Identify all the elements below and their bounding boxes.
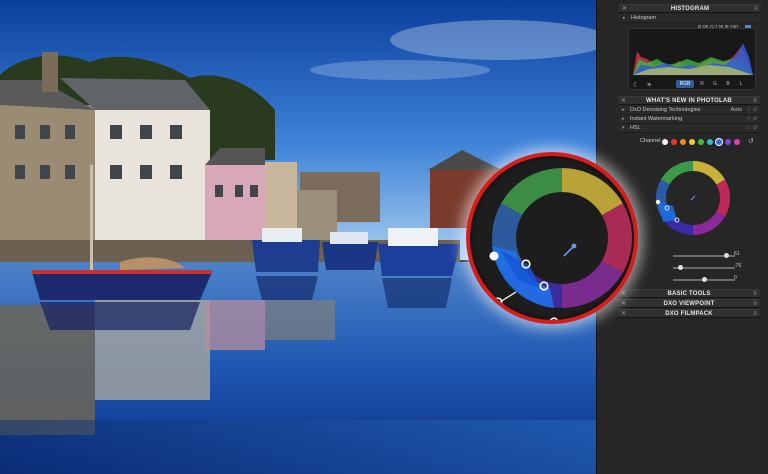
hsl-row[interactable]: ▾ HSL ☆ ↺ (618, 124, 760, 133)
channel-dot[interactable] (707, 139, 713, 145)
close-icon[interactable]: ✕ (621, 300, 626, 308)
menu-icon[interactable]: ≡ (753, 310, 757, 318)
star-icon[interactable]: ☆ (747, 115, 751, 124)
close-icon[interactable]: ✕ (621, 290, 626, 298)
channel-dot[interactable] (725, 139, 731, 145)
zoomed-color-wheel[interactable] (470, 156, 634, 320)
histogram-sub-row[interactable]: ▸ Histogram (619, 14, 761, 23)
star-icon[interactable]: ☆ (747, 106, 751, 115)
watermarking-label: Instant Watermarking (630, 116, 683, 122)
channel-dot[interactable] (680, 139, 686, 145)
histogram-label: Histogram (631, 15, 657, 21)
channel-dot[interactable] (716, 139, 722, 145)
channel-dot[interactable] (662, 139, 668, 145)
channel-b-button[interactable]: B (724, 80, 732, 88)
close-icon[interactable]: ✕ (621, 97, 626, 105)
filmpack-header[interactable]: ✕ DXO FILMPACK ≡ (618, 309, 760, 318)
menu-icon[interactable]: ≡ (753, 290, 757, 298)
saturation-value[interactable]: -76 (734, 263, 741, 269)
whats-new-title: WHAT'S NEW IN PHOTOLAB (646, 98, 732, 104)
close-icon[interactable]: ✕ (621, 310, 626, 318)
channel-l-button[interactable]: L (737, 80, 745, 88)
reset-icon[interactable]: ↺ (753, 106, 757, 115)
channel-r-button[interactable]: R (698, 80, 706, 88)
zoom-lens (466, 152, 638, 324)
hue-slider-knob[interactable] (723, 253, 729, 258)
viewpoint-header[interactable]: ✕ DXO VIEWPOINT ≡ (618, 299, 760, 308)
denoising-label: DxO Denoising Technologies (630, 107, 701, 113)
filmpack-title: DXO FILMPACK (665, 311, 713, 317)
channel-rgb-button[interactable]: RGB (676, 80, 694, 88)
saturation-slider-knob[interactable] (677, 265, 683, 270)
close-icon[interactable]: ✕ (622, 5, 627, 13)
hue-value[interactable]: 61 (734, 251, 740, 257)
triangle-icon: ▸ (623, 15, 626, 21)
reset-icon[interactable]: ↺ (753, 124, 757, 133)
triangle-down-icon: ▾ (622, 125, 625, 131)
channel-dot[interactable] (734, 139, 740, 145)
menu-icon[interactable]: ≡ (754, 5, 758, 13)
basic-tools-title: BASIC TOOLS (667, 291, 711, 297)
viewpoint-title: DXO VIEWPOINT (663, 301, 715, 307)
reset-icon[interactable]: ↺ (753, 115, 757, 124)
hsl-label: HSL (630, 125, 641, 131)
basic-tools-header[interactable]: ✕ BASIC TOOLS ≡ (618, 289, 760, 298)
triangle-icon: ▸ (622, 116, 625, 122)
channel-dot[interactable] (671, 139, 677, 145)
luminance-value[interactable]: 0 (734, 275, 737, 281)
triangle-icon: ▸ (622, 107, 625, 113)
channel-label: Channel (640, 138, 661, 144)
watermarking-row[interactable]: ▸ Instant Watermarking ☆ ↺ (618, 115, 760, 124)
denoising-value[interactable]: Auto (731, 106, 742, 115)
sun-icon[interactable]: ☀ (646, 81, 652, 89)
whats-new-header[interactable]: ✕ WHAT'S NEW IN PHOTOLAB ≡ (618, 96, 760, 105)
reset-icon[interactable]: ↺ (748, 137, 754, 145)
star-icon[interactable]: ☆ (747, 124, 751, 133)
channel-g-button[interactable]: G (711, 80, 719, 88)
histogram-header[interactable]: ✕ HISTOGRAM ≡ (619, 4, 761, 13)
menu-icon[interactable]: ≡ (753, 97, 757, 105)
denoising-row[interactable]: ▸ DxO Denoising Technologies Auto ☆ ↺ (618, 106, 760, 115)
moon-icon[interactable]: ☾ (633, 81, 639, 89)
channel-dot[interactable] (698, 139, 704, 145)
hsl-color-wheel[interactable] (655, 160, 731, 236)
histogram-title: HISTOGRAM (670, 6, 710, 12)
channel-dot[interactable] (689, 139, 695, 145)
luminance-slider-knob[interactable] (701, 277, 707, 282)
menu-icon[interactable]: ≡ (753, 300, 757, 308)
